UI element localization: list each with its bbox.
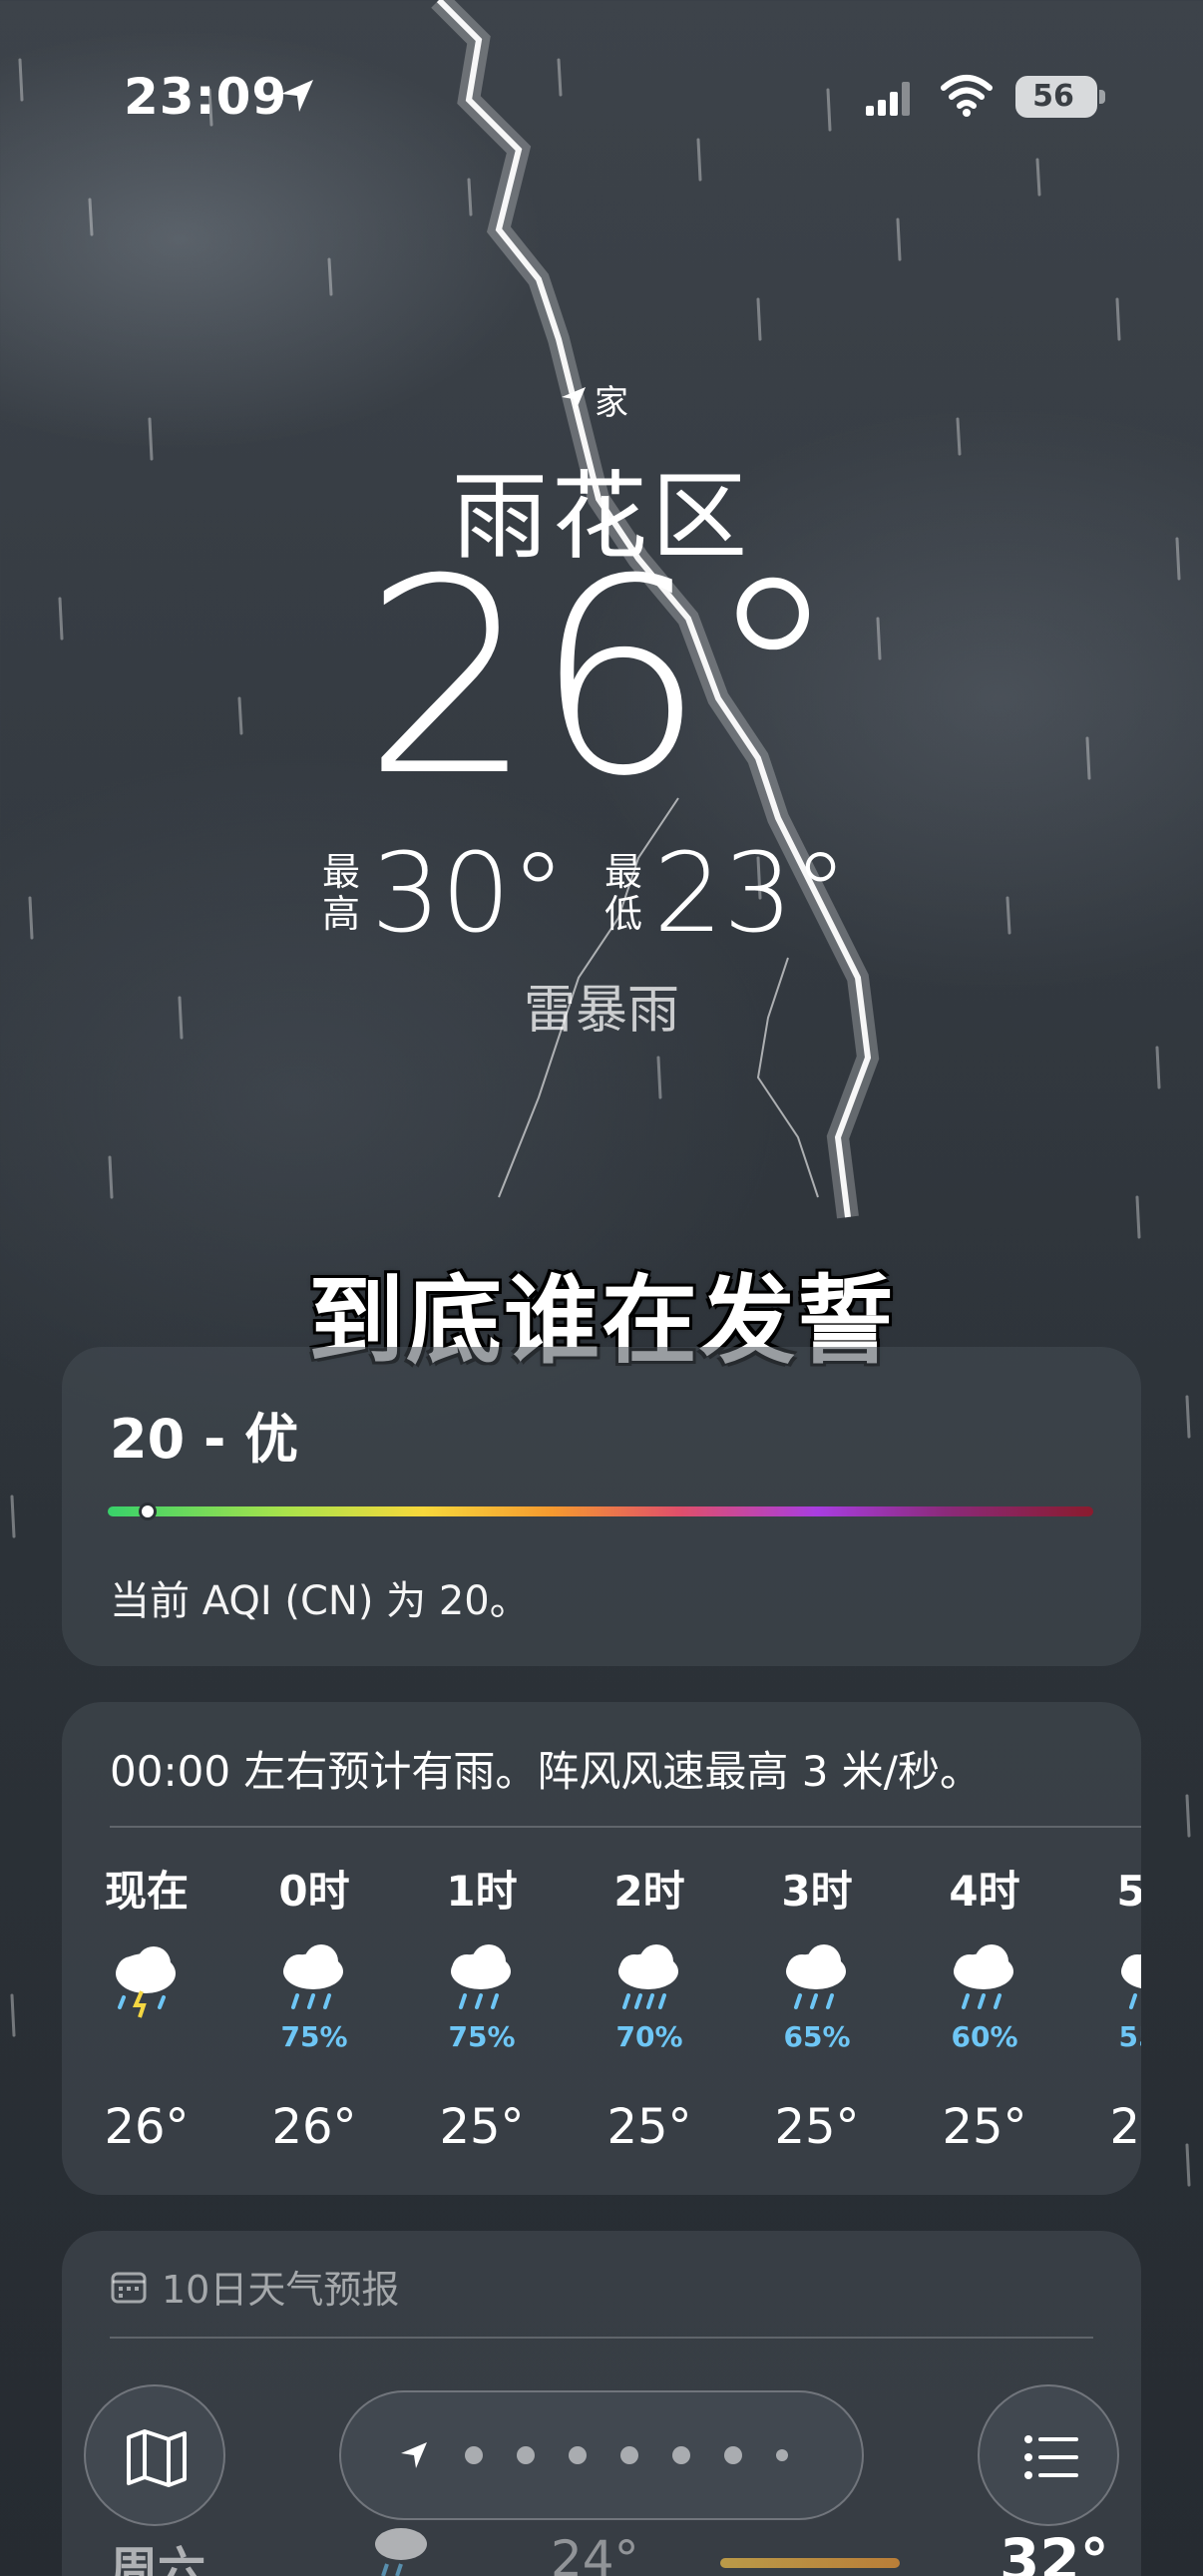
location-list-button[interactable] [978,2384,1119,2526]
location-arrow-icon [281,80,313,112]
hour-temperature: 25° [1109,2099,1141,2155]
hour-item: 3时 65% 25° [732,1862,902,2155]
battery-level: 56 [1032,79,1074,114]
cellular-signal-icon [866,82,910,116]
rain-icon [618,1944,678,2009]
hour-label: 0时 [278,1867,350,1916]
battery-cap [1099,90,1105,104]
hour-temperature: 25° [942,2099,1027,2155]
page-dot[interactable] [569,2446,587,2464]
map-button[interactable] [84,2384,225,2526]
hour-temperature: 26° [271,2099,357,2155]
calendar-icon [111,2272,147,2303]
hour-item: 2时 70% 25° [565,1862,734,2155]
hour-label: 5时 [1116,1867,1141,1916]
page-indicator[interactable] [339,2390,864,2520]
hour-item: 0时 75% 26° [229,1862,399,2155]
divider [110,1826,1141,1828]
list-icon [1024,2435,1078,2479]
hour-label: 1时 [446,1867,518,1916]
rain-icon [786,1944,846,2009]
weather-condition: 雷暴雨 [523,981,679,1041]
rain-icon [954,1944,1013,2009]
precip-chance: 75% [280,2020,348,2053]
hour-label: 4时 [949,1867,1020,1916]
map-icon [127,2429,187,2487]
battery-indicator: 56 [1015,76,1105,118]
hour-item: 现在 26° [62,1862,231,2155]
thunderstorm-icon [116,1946,176,2018]
aqi-description: 当前 AQI (CN) 为 20。 [110,1578,530,1624]
bottom-toolbar [0,2384,1203,2576]
low-label: 最低 [603,850,642,936]
precip-chance: 55% [1118,2020,1141,2053]
rain-icon [1121,1954,1141,2009]
hour-label: 3时 [781,1867,853,1916]
aqi-indicator-dot [138,1503,157,1520]
rain-icon [283,1944,343,2009]
high-low-row: 最高 30° 最低 23° [0,838,1203,948]
high-label: 最高 [322,850,361,936]
page-dot[interactable] [620,2446,638,2464]
current-temperature: 26° [362,521,841,835]
home-label: 家 [595,382,628,423]
precip-chance: 75% [448,2020,516,2053]
hour-temperature: 25° [774,2099,860,2155]
precip-chance: 60% [951,2020,1018,2053]
hour-temperature: 25° [606,2099,692,2155]
hour-item: 4时 60% 25° [900,1862,1069,2155]
aqi-scale-bar [108,1503,1093,1520]
status-time: 23:09 [124,68,288,126]
current-location-icon [401,2442,427,2468]
hour-temperature: 25° [439,2099,525,2155]
status-bar: 23:09 56 [0,0,1203,200]
precip-chance: 70% [615,2020,683,2053]
home-tag: 家 [559,369,628,429]
page-dot[interactable] [465,2446,483,2464]
ten-day-title: 10日天气预报 [162,2268,400,2312]
wifi-icon [941,75,993,117]
page-dot[interactable] [517,2446,535,2464]
precip-chance [62,2021,231,2053]
page-dot[interactable] [672,2446,690,2464]
precip-chance: 65% [783,2020,851,2053]
aqi-title: 20 - 优 [110,1408,299,1471]
location-arrow-icon [562,387,586,411]
hour-temperature: 26° [104,2099,190,2155]
hour-label: 2时 [613,1867,685,1916]
divider [110,2337,1093,2339]
rain-icon [451,1944,511,2009]
high-temperature: 30° [371,829,566,957]
page-dot[interactable] [776,2449,788,2461]
hourly-summary: 00:00 左右预计有雨。阵风风速最高 3 米/秒。 [110,1747,982,1796]
hour-item: 5时 55% 25° [1067,1862,1141,2155]
air-quality-card[interactable]: 20 - 优 当前 AQI (CN) 为 20。 [62,1347,1141,1666]
hour-item: 1时 75% 25° [397,1862,567,2155]
hourly-forecast-card[interactable]: 00:00 左右预计有雨。阵风风速最高 3 米/秒。 现在 26° 0时 75%… [62,1702,1141,2195]
hour-label: 现在 [104,1867,189,1916]
ten-day-header: 10日天气预报 [110,2259,399,2314]
page-dot[interactable] [724,2446,742,2464]
low-temperature: 23° [653,829,848,957]
